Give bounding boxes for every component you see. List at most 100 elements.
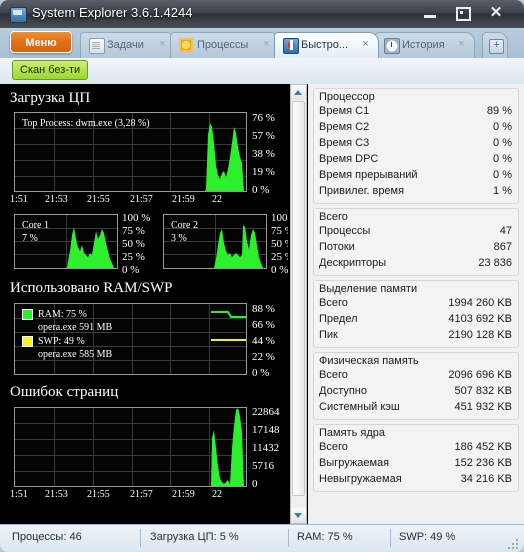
stat-value: 4103 692 KB <box>448 313 512 325</box>
group-physical-memory-title: Физическая память <box>319 355 419 367</box>
stat-key: Дескрипторы <box>319 257 387 269</box>
cpu-xtick-4: 21:59 <box>172 194 195 205</box>
faults-section-title: Ошибок страниц <box>10 384 119 400</box>
status-divider <box>288 529 289 547</box>
document-icon <box>89 38 105 54</box>
cpu-xtick-1: 21:53 <box>45 194 68 205</box>
tab-quickinfo-close-icon[interactable]: × <box>360 38 371 51</box>
stat-key: Процессы <box>319 225 371 237</box>
stat-value: 89 % <box>486 105 512 117</box>
faults-ytick-2: 11432 <box>252 442 280 454</box>
stat-key: Всего <box>319 369 348 381</box>
cpu-ytick-3: 19 % <box>252 166 275 178</box>
stat-value: 0 % <box>493 121 512 133</box>
maximize-button[interactable] <box>448 3 476 23</box>
scrollbar-thumb[interactable] <box>292 101 305 496</box>
stat-row: Пик 2190 128 KB <box>314 328 518 344</box>
group-kernel-memory: Память ядра Всего 186 452 KB Выгружаемая 1… <box>313 424 519 492</box>
group-kernel-memory-title: Память ядра <box>319 427 385 439</box>
cpu-xtick-0: 1:51 <box>10 194 28 205</box>
cpu-ytick-4: 0 % <box>252 184 270 196</box>
ram-ytick-2: 44 % <box>252 335 275 347</box>
stat-row: Время C2 0 % <box>314 120 518 136</box>
group-processor: Процессор Время C1 89 % Время C2 0 % Время… <box>313 88 519 204</box>
minimize-button[interactable] <box>416 3 444 23</box>
clock-icon <box>384 38 400 54</box>
tab-history-close-icon[interactable]: × <box>456 38 467 51</box>
security-scan-button[interactable]: Скан без-ти <box>12 60 89 80</box>
tab-tasks-label: Задачи <box>107 39 144 51</box>
swp-legend-detail: opera.exe 585 MB <box>38 349 113 360</box>
stats-pane: Процессор Время C1 89 % Время C2 0 % Время… <box>308 84 524 524</box>
status-processes: Процессы: 46 <box>12 531 82 543</box>
scroll-up-arrow-icon[interactable] <box>291 85 306 100</box>
tab-quickinfo-label: Быстро... <box>301 39 349 51</box>
stat-key: Время C3 <box>319 137 370 149</box>
tab-tasks[interactable]: Задачи × <box>80 32 176 58</box>
group-processor-title: Процессор <box>319 91 375 103</box>
app-icon <box>10 7 27 23</box>
status-swp: SWP: 49 % <box>399 531 456 543</box>
swp-legend-swatch <box>22 336 33 347</box>
stat-key: Время DPC <box>319 153 379 165</box>
stat-row: Всего 1994 260 KB <box>314 296 518 312</box>
group-commit-memory: Выделение памяти Всего 1994 260 KB Предел… <box>313 280 519 348</box>
stat-key: Предел <box>319 313 358 325</box>
core1-ytick-2: 50 % <box>122 238 145 250</box>
content-area: Загрузка ЦП Top Process: dwm.exe (3,28 %… <box>0 84 524 552</box>
stat-key: Всего <box>319 297 348 309</box>
new-tab-button[interactable]: + <box>482 32 508 58</box>
cpu-xtick-5: 22 <box>212 194 222 205</box>
resize-grip-icon[interactable] <box>508 539 518 549</box>
scroll-down-arrow-icon[interactable] <box>291 508 306 523</box>
tab-quickinfo[interactable]: Быстро... × <box>274 32 379 58</box>
gear-icon <box>179 38 193 52</box>
stat-key: Потоки <box>319 241 355 253</box>
stat-row: Потоки 867 <box>314 240 518 256</box>
stat-value: 47 <box>499 225 512 237</box>
page-faults-chart[interactable] <box>14 407 247 487</box>
stat-value: 0 % <box>493 137 512 149</box>
ram-legend-label: RAM: 75 % <box>38 309 87 320</box>
swp-legend-label: SWP: 49 % <box>38 336 85 347</box>
core2-ytick-2: 50 % <box>271 238 288 250</box>
status-cpu: Загрузка ЦП: 5 % <box>150 531 239 543</box>
core1-ytick-4: 0 % <box>122 264 140 276</box>
group-physical-memory: Физическая память Всего 2096 696 KB Досту… <box>313 352 519 420</box>
title-bar: System Explorer 3.6.1.4244 ✕ <box>0 0 524 29</box>
stat-key: Системный кэш <box>319 401 400 413</box>
ram-ytick-4: 0 % <box>252 367 270 379</box>
stat-value: 0 % <box>493 169 512 181</box>
cpu-section-title: Загрузка ЦП <box>10 90 91 106</box>
tab-processes-label: Процессы <box>197 39 249 51</box>
stat-key: Доступно <box>319 385 368 397</box>
close-button[interactable]: ✕ <box>482 3 510 23</box>
cpu-xtick-3: 21:57 <box>130 194 153 205</box>
stat-value: 2190 128 KB <box>448 329 512 341</box>
core2-ytick-3: 25 % <box>271 251 288 263</box>
stat-row: Невыгружаемая 34 216 KB <box>314 472 518 488</box>
menu-button[interactable]: Меню <box>10 31 72 53</box>
group-totals: Всего Процессы 47 Потоки 867 Дескрипторы 23… <box>313 208 519 276</box>
tab-processes-close-icon[interactable]: × <box>261 38 272 51</box>
stat-row: Время DPC 0 % <box>314 152 518 168</box>
ram-legend-detail: opera.exe 591 MB <box>38 322 113 333</box>
vertical-scrollbar[interactable] <box>290 84 307 524</box>
core2-ytick-0: 100 % <box>271 212 288 224</box>
status-divider <box>390 529 391 547</box>
stat-value: 2096 696 KB <box>448 369 512 381</box>
ram-legend-swatch <box>22 309 33 320</box>
ram-ytick-0: 88 % <box>252 303 275 315</box>
stat-value: 0 % <box>493 153 512 165</box>
faults-xtick-4: 21:59 <box>172 489 195 500</box>
faults-ytick-3: 5716 <box>252 460 274 472</box>
tab-processes[interactable]: Процессы × <box>170 32 280 58</box>
faults-xtick-1: 21:53 <box>45 489 68 500</box>
core2-ytick-1: 75 % <box>271 225 288 237</box>
stat-value: 1994 260 KB <box>448 297 512 309</box>
tab-history[interactable]: История × <box>375 32 475 58</box>
cpu-ytick-1: 57 % <box>252 130 275 142</box>
cpu-top-process-note: Top Process: dwm.exe (3,28 %) <box>22 118 150 129</box>
faults-ytick-1: 17148 <box>252 424 280 436</box>
tab-tasks-close-icon[interactable]: × <box>157 38 168 51</box>
